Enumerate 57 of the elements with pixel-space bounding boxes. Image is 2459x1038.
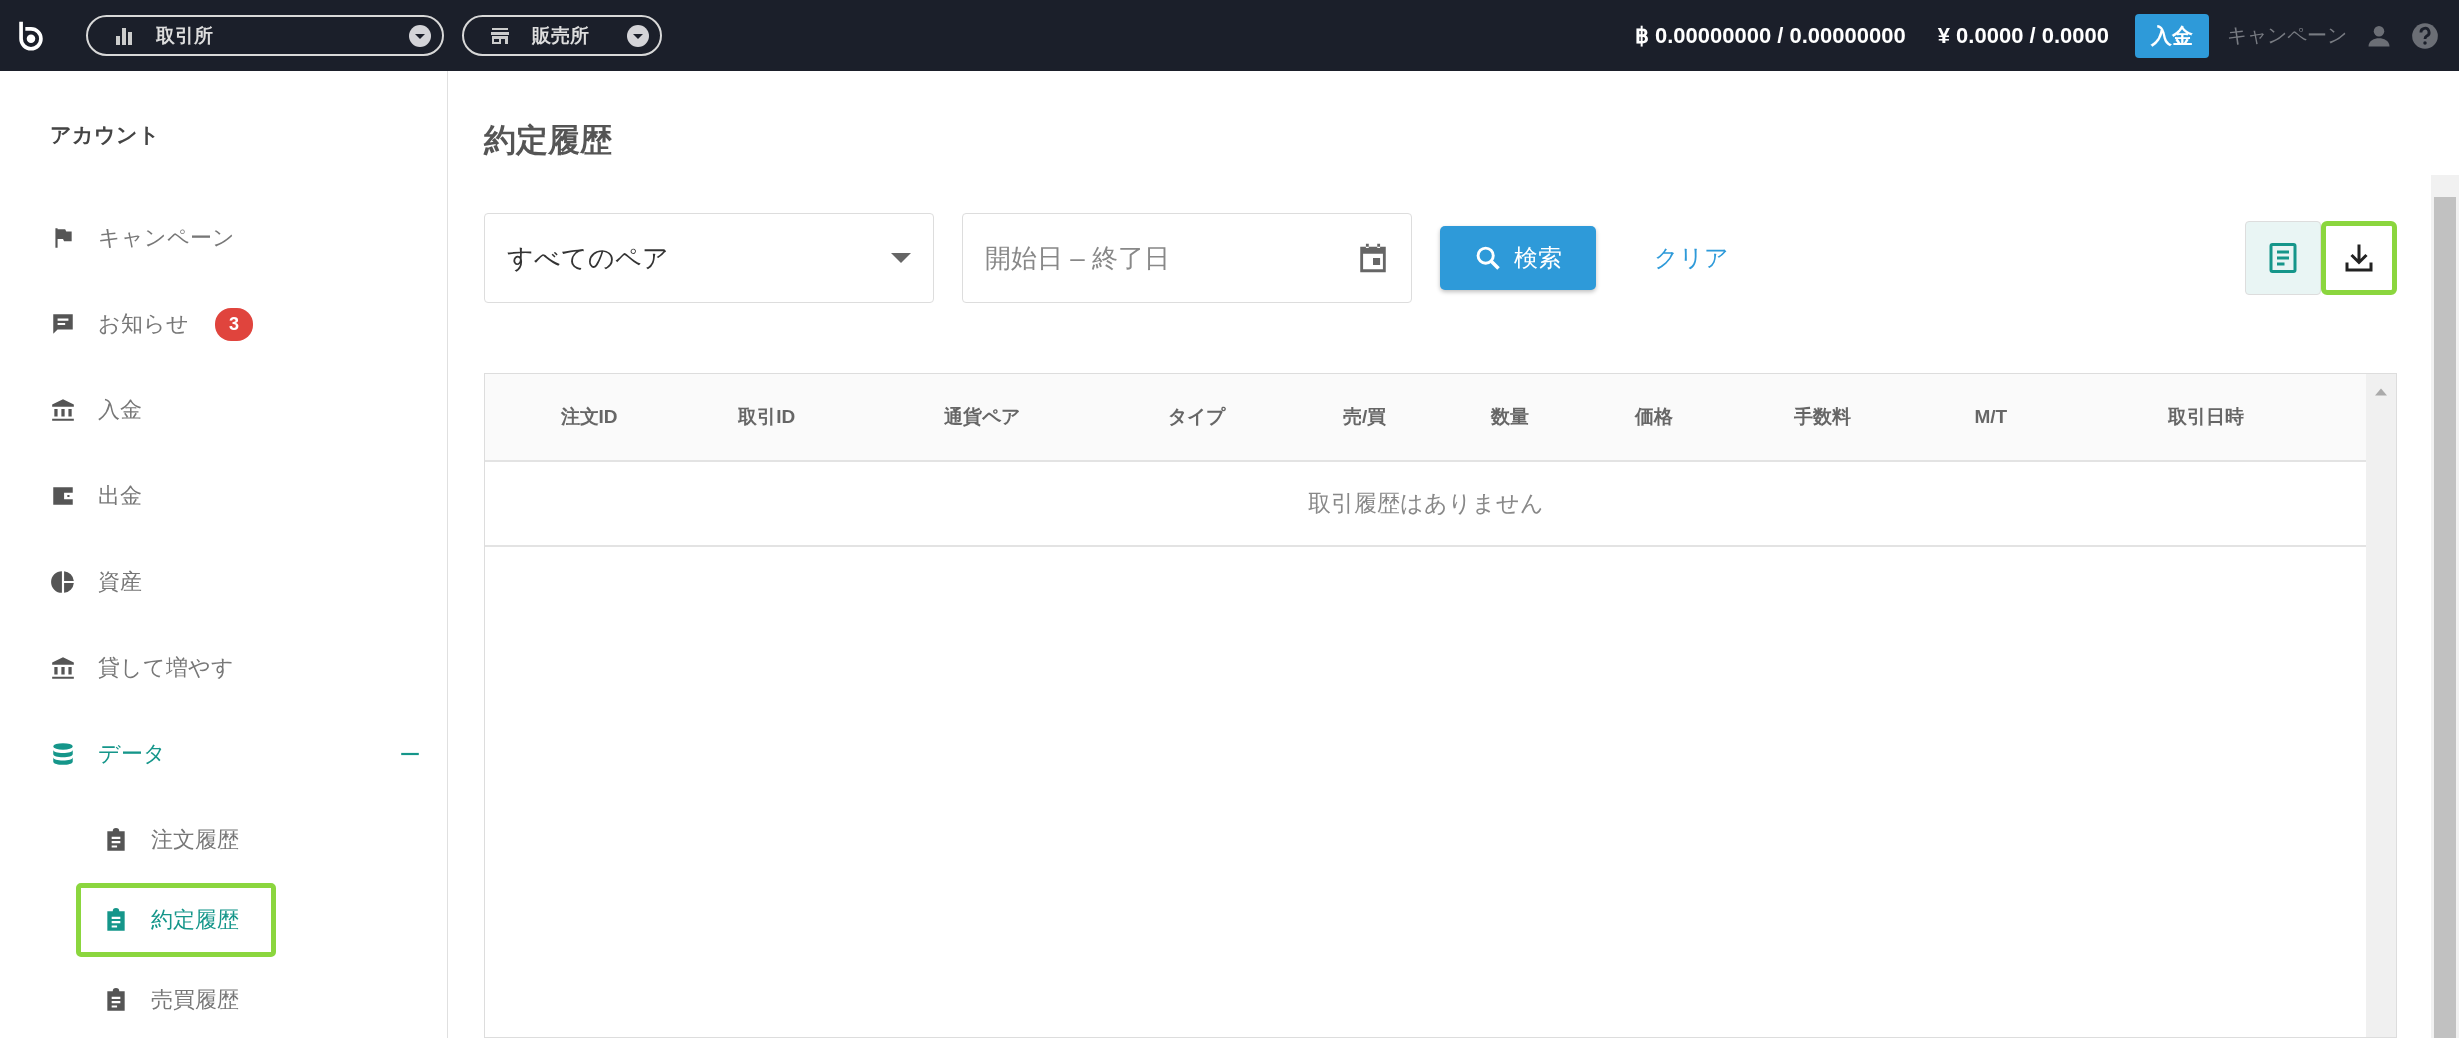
sidebar-item[interactable]: データ xyxy=(50,711,421,797)
clear-link[interactable]: クリア xyxy=(1654,242,1729,274)
sidebar-subitem[interactable]: 注文履歴 xyxy=(76,803,276,877)
sidebar-item[interactable]: お知らせ 3 xyxy=(50,281,421,367)
sidebar-label: 貸して増やす xyxy=(98,654,234,682)
column-header: 取引ID xyxy=(737,405,797,429)
sidebar-subitem[interactable]: 約定履歴 xyxy=(76,883,276,957)
column-header: 価格 xyxy=(1633,405,1675,429)
market-selector[interactable]: 取引所 xyxy=(86,15,444,56)
sidebar-label: 注文履歴 xyxy=(151,826,239,854)
market-selector[interactable]: 販売所 xyxy=(462,15,662,56)
sidebar-label: 約定履歴 xyxy=(151,906,239,934)
caret-icon xyxy=(408,23,432,48)
sidebar-item[interactable]: キャンペーン xyxy=(50,195,421,281)
sidebar-label: キャンペーン xyxy=(98,224,235,252)
sidebar-item[interactable]: 出金 xyxy=(50,453,421,539)
sidebar-item[interactable]: 貸して増やす xyxy=(50,625,421,711)
sidebar-item[interactable]: 資産 xyxy=(50,539,421,625)
empty-message: 取引履歴はありません xyxy=(485,462,2366,547)
scrollbar[interactable] xyxy=(2366,374,2396,1037)
column-header: 注文ID xyxy=(559,405,619,429)
balance-text: ฿ 0.00000000 / 0.00000000 xyxy=(1634,22,1906,49)
column-header: タイプ xyxy=(1167,405,1227,429)
campaign-link[interactable]: キャンペーン xyxy=(2227,22,2347,49)
sidebar-item[interactable]: 入金 xyxy=(50,367,421,453)
column-header: 取引日時 xyxy=(2166,405,2245,429)
sidebar-label: 出金 xyxy=(98,482,142,510)
column-header: M/T xyxy=(1973,406,2009,428)
bank-icon xyxy=(50,655,76,681)
sidebar-label: 資産 xyxy=(98,568,142,596)
sidebar-label: 売買履歴 xyxy=(151,986,239,1014)
page-title: 約定履歴 xyxy=(484,121,613,160)
caret-icon xyxy=(626,23,650,48)
page-scrollbar[interactable] xyxy=(2431,175,2459,1038)
search-icon xyxy=(1474,244,1502,272)
search-button[interactable]: 検索 xyxy=(1440,226,1596,290)
deposit-button[interactable]: 入金 xyxy=(2135,13,2209,58)
column-header: 売/買 xyxy=(1342,405,1388,429)
column-header: 手数料 xyxy=(1793,405,1853,429)
bank-icon xyxy=(50,397,76,423)
sidebar-subitem[interactable]: 売買履歴 xyxy=(76,963,276,1037)
sidebar-label: お知らせ xyxy=(98,310,189,338)
column-header: 通貨ペア xyxy=(942,405,1021,429)
caret-icon xyxy=(891,253,911,263)
database-icon xyxy=(50,741,76,767)
pie-chart-icon xyxy=(50,569,76,595)
notification-badge: 3 xyxy=(215,307,253,341)
date-range-field[interactable]: 開始日 – 終了日 xyxy=(962,213,1412,303)
column-header: 数量 xyxy=(1489,405,1530,429)
sidebar-label: データ xyxy=(98,740,166,768)
sidebar-heading: アカウント xyxy=(50,122,161,148)
scroll-up-icon[interactable] xyxy=(2375,388,2387,396)
balance-text: ¥ 0.0000 / 0.0000 xyxy=(1937,22,2109,49)
sidebar-label: 入金 xyxy=(98,396,142,424)
download-button[interactable] xyxy=(2321,221,2397,295)
pair-select[interactable]: すべてのペア xyxy=(484,213,934,303)
help-icon[interactable] xyxy=(2411,21,2439,50)
